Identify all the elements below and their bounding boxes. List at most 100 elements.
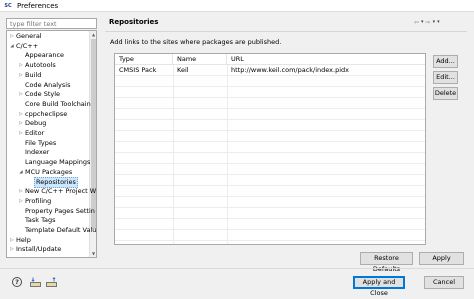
column-header-name[interactable]: Name [173,54,227,65]
table-cell: http://www.keil.com/pack/index.pidx [231,66,350,74]
table-row [115,98,425,109]
forward-dropdown-icon[interactable]: ▾ [433,19,436,25]
tree-item-label: Language Mappings [25,158,91,167]
tree-item[interactable]: Language Mappings [18,158,90,168]
preferences-tree[interactable]: ▲ ▼ ▷ General ◢ C/C++ Appearance ▷ Autotools ▷ B… [6,30,97,258]
tree-item[interactable]: ▷ Build [18,71,41,81]
table-row [115,109,425,120]
collapsed-arrow-icon[interactable]: ▷ [18,61,24,71]
tree-item-label: Autotools [25,61,56,70]
tree-item[interactable]: Repositories [27,176,78,189]
tree-item[interactable]: Property Pages Settin [18,207,95,217]
filter-input[interactable] [6,18,97,29]
tree-item[interactable]: ▷ Debug [18,119,46,129]
import-icon[interactable] [30,277,41,287]
tree-item[interactable]: Task Tags [18,216,56,226]
tree-item-label: Task Tags [25,216,56,225]
tree-item-label: Property Pages Settin [25,206,95,215]
back-arrow-icon[interactable]: ⇦ [414,19,419,26]
tree-item[interactable]: Template Default Valu [18,226,96,236]
tree-item-label: Template Default Valu [25,226,97,234]
table-row [115,153,425,164]
apply-button[interactable]: Apply [419,252,464,265]
delete-button[interactable]: Delete [433,87,458,100]
help-icon[interactable]: ? [12,277,22,287]
table-row [115,208,425,219]
tree-item-label: Core Build Toolchain [25,99,91,108]
table-row [115,120,425,131]
expanded-arrow-icon[interactable]: ◢ [9,42,15,52]
table-row [115,131,425,142]
collapsed-arrow-icon[interactable]: ▷ [18,90,24,100]
tree-item-label: Editor [25,129,45,137]
table-row [115,186,425,197]
app-logo-icon: SC [4,2,12,9]
window-title: Preferences [17,1,59,10]
collapsed-arrow-icon[interactable]: ▷ [18,119,24,129]
tree-item[interactable]: ▷ Profiling [18,197,51,207]
tree-item[interactable]: ▷ cppcheclipse [18,110,67,120]
tree-item-label: New C/C++ Project W [25,187,97,196]
forward-arrow-icon[interactable]: ⇨ [426,19,431,26]
table-row [115,87,425,98]
table-row [115,197,425,208]
footer-divider [0,268,474,269]
collapsed-arrow-icon[interactable]: ▷ [9,245,15,255]
apply-and-close-button[interactable]: Apply and Close [353,276,405,297]
tree-item[interactable]: ▷ General [9,32,42,42]
tree-item-label: General [16,32,42,40]
tree-item-label: Help [16,235,31,244]
tree-item-label: Install/Update [16,245,62,254]
tree-item[interactable]: Appearance [18,51,64,61]
tree-item[interactable]: ▷ Code Style [18,90,60,100]
expanded-arrow-icon[interactable]: ◢ [18,168,24,178]
page-description: Add links to the sites where packages ar… [110,38,282,46]
scroll-thumb[interactable] [91,39,96,229]
tree-item[interactable]: ▷ Autotools [18,61,56,71]
tree-item[interactable]: ▷ Install/Update [9,245,61,255]
table-header: Type Name URL [115,54,425,65]
tree-item-label: Build [25,70,42,79]
table-cell: CMSIS Pack [119,66,157,74]
table-row [115,164,425,175]
repositories-table[interactable]: Type Name URL CMSIS Pack Keil http://www.k… [114,53,426,245]
export-icon[interactable] [46,276,57,287]
header-divider [105,31,467,32]
view-menu-icon[interactable]: ▾ [437,19,440,25]
scroll-down-icon[interactable]: ▼ [90,250,96,257]
scroll-up-icon[interactable]: ▲ [90,31,96,38]
tree-item[interactable]: ▷ Help [9,236,31,246]
column-header-type[interactable]: Type [115,54,173,65]
tree-item[interactable]: Core Build Toolchain [18,100,91,110]
collapsed-arrow-icon[interactable]: ▷ [9,236,15,246]
tree-item[interactable]: ◢ C/C++ [9,42,38,52]
tree-item[interactable]: Code Analysis [18,81,71,91]
table-row [115,175,425,186]
tree-item-label: Indexer [25,148,50,157]
tree-item-label: cppcheclipse [25,109,68,118]
collapsed-arrow-icon[interactable]: ▷ [18,129,24,139]
collapsed-arrow-icon[interactable]: ▷ [18,187,24,197]
collapsed-arrow-icon[interactable]: ▷ [9,32,15,42]
restore-defaults-button[interactable]: Restore Defaults [360,252,413,273]
tree-item-label: File Types [25,138,57,147]
column-header-url[interactable]: URL [227,54,425,65]
collapsed-arrow-icon[interactable]: ▷ [18,71,24,81]
tree-scrollbar[interactable]: ▲ ▼ [89,31,96,257]
back-dropdown-icon[interactable]: ▾ [421,19,424,25]
tree-item[interactable]: File Types [18,139,56,149]
table-cell: Keil [177,66,189,74]
collapsed-arrow-icon[interactable]: ▷ [18,110,24,120]
tree-item[interactable]: ▷ New C/C++ Project W [18,187,96,197]
tree-item[interactable]: Indexer [18,148,49,158]
edit-button[interactable]: Edit... [433,71,458,84]
collapsed-arrow-icon[interactable]: ▷ [18,197,24,207]
navigation-controls: ⇦ ▾ ⇨ ▾ ▾ [414,17,440,27]
table-row [115,76,425,87]
table-row [115,219,425,230]
add-button[interactable]: Add... [433,55,458,68]
tree-item[interactable]: ▷ Editor [18,129,44,139]
cancel-button[interactable]: Cancel [424,276,464,289]
tree-item-label: Code Style [25,90,61,99]
table-row [115,142,425,153]
